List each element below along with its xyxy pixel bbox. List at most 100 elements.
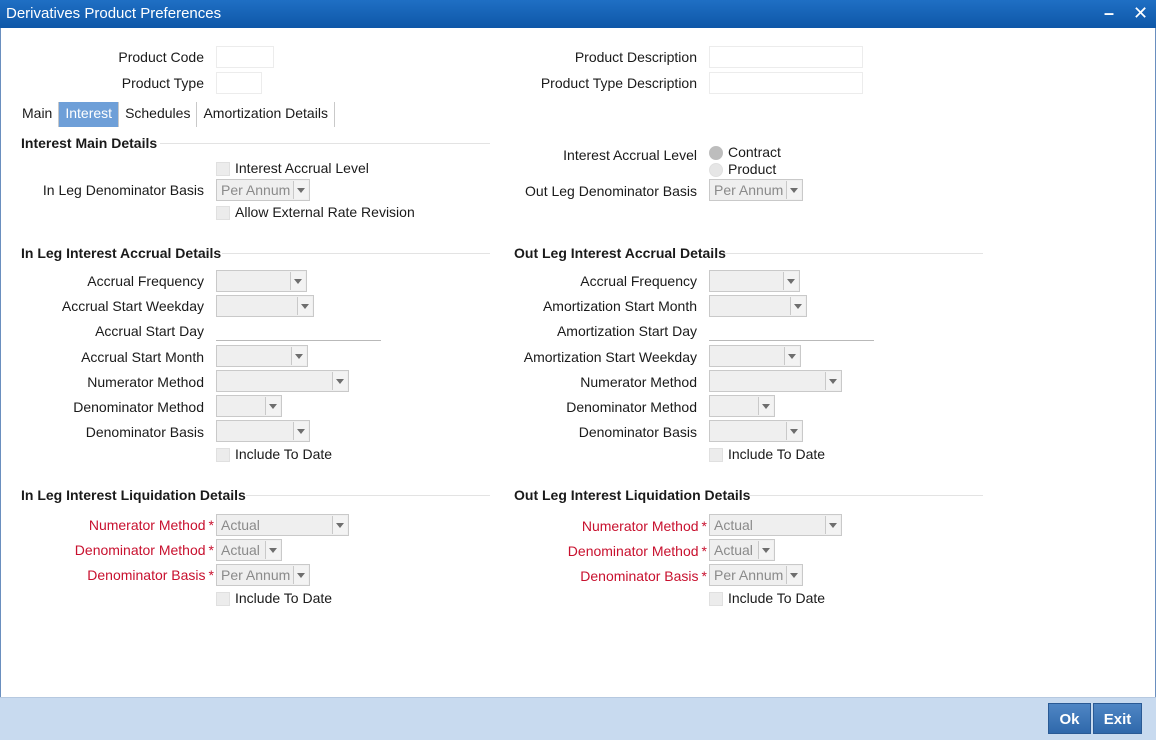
in-accrual-start-month-label: Accrual Start Month bbox=[81, 349, 204, 365]
in-liq-denominator-method-value: Actual bbox=[221, 542, 260, 558]
out-numerator-method-select[interactable] bbox=[709, 370, 842, 392]
interest-accrual-level-label: Interest Accrual Level bbox=[563, 147, 697, 163]
out-liq-numerator-method-select[interactable]: Actual bbox=[709, 514, 842, 536]
in-liq-denominator-method-label: Denominator Method * bbox=[74, 542, 214, 558]
out-numerator-method-label: Numerator Method bbox=[580, 374, 697, 390]
in-liq-denominator-basis-value: Per Annum bbox=[221, 567, 291, 583]
chevron-down-icon bbox=[786, 181, 801, 199]
in-accrual-start-weekday-select[interactable] bbox=[216, 295, 314, 317]
out-leg-liquidation-title: Out Leg Interest Liquidation Details bbox=[514, 487, 751, 503]
required-marker: * bbox=[208, 542, 214, 558]
in-denominator-basis-select[interactable] bbox=[216, 420, 310, 442]
chevron-down-icon bbox=[790, 297, 805, 315]
required-marker: * bbox=[701, 568, 707, 584]
in-liq-include-to-date-checkbox[interactable] bbox=[216, 592, 230, 606]
in-denominator-basis-label: Denominator Basis bbox=[85, 424, 204, 440]
radio-contract[interactable] bbox=[709, 146, 723, 160]
in-liq-numerator-method-value: Actual bbox=[221, 517, 260, 533]
in-accrual-start-weekday-label: Accrual Start Weekday bbox=[61, 298, 204, 314]
in-leg-accrual-title: In Leg Interest Accrual Details bbox=[21, 245, 222, 261]
product-type-description-field[interactable] bbox=[709, 72, 863, 94]
radio-contract-label: Contract bbox=[728, 144, 781, 160]
in-leg-liquidation-title: In Leg Interest Liquidation Details bbox=[21, 487, 246, 503]
out-liq-denominator-method-value: Actual bbox=[714, 542, 753, 558]
chevron-down-icon bbox=[293, 181, 308, 199]
chevron-down-icon bbox=[297, 297, 312, 315]
in-accrual-include-to-date-label: Include To Date bbox=[235, 446, 333, 462]
tab-main[interactable]: Main bbox=[16, 102, 60, 127]
out-denominator-method-label: Denominator Method bbox=[566, 399, 697, 415]
in-numerator-method-label: Numerator Method bbox=[87, 374, 204, 390]
in-leg-denominator-basis-label: In Leg Denominator Basis bbox=[42, 182, 204, 198]
radio-product[interactable] bbox=[709, 163, 723, 177]
out-amortization-start-weekday-label: Amortization Start Weekday bbox=[523, 349, 697, 365]
out-amortization-start-weekday-select[interactable] bbox=[709, 345, 801, 367]
in-liq-denominator-method-select[interactable]: Actual bbox=[216, 539, 282, 561]
chevron-down-icon bbox=[291, 347, 306, 365]
out-amortization-start-month-select[interactable] bbox=[709, 295, 807, 317]
in-accrual-include-to-date-checkbox[interactable] bbox=[216, 448, 230, 462]
out-liq-denominator-basis-select[interactable]: Per Annum bbox=[709, 564, 803, 586]
close-icon[interactable]: ✕ bbox=[1133, 3, 1148, 24]
out-accrual-include-to-date-checkbox[interactable] bbox=[709, 448, 723, 462]
out-liq-denominator-method-select[interactable]: Actual bbox=[709, 539, 775, 561]
out-leg-denominator-basis-label: Out Leg Denominator Basis bbox=[525, 183, 697, 199]
out-liq-include-to-date-checkbox[interactable] bbox=[709, 592, 723, 606]
in-numerator-method-select[interactable] bbox=[216, 370, 349, 392]
chevron-down-icon bbox=[332, 516, 347, 534]
footer-bar bbox=[0, 697, 1156, 740]
out-accrual-frequency-select[interactable] bbox=[709, 270, 800, 292]
window-title: Derivatives Product Preferences bbox=[6, 5, 222, 22]
section-divider bbox=[748, 495, 983, 496]
tab-amortization-details[interactable]: Amortization Details bbox=[197, 102, 335, 127]
tab-interest[interactable]: Interest bbox=[59, 102, 120, 127]
chevron-down-icon bbox=[293, 566, 308, 584]
out-liq-denominator-basis-value: Per Annum bbox=[714, 567, 784, 583]
chevron-down-icon bbox=[332, 372, 347, 390]
interest-accrual-level-checkbox[interactable] bbox=[216, 162, 230, 176]
out-liq-denominator-method-label: Denominator Method * bbox=[567, 543, 707, 559]
chevron-down-icon bbox=[290, 272, 305, 290]
minimize-icon[interactable]: – bbox=[1104, 3, 1114, 24]
out-denominator-basis-select[interactable] bbox=[709, 420, 803, 442]
interest-main-details-title: Interest Main Details bbox=[21, 135, 158, 151]
chevron-down-icon bbox=[758, 541, 773, 559]
product-type-field[interactable] bbox=[216, 72, 262, 94]
chevron-down-icon bbox=[825, 372, 840, 390]
product-description-label: Product Description bbox=[574, 49, 697, 65]
out-liq-denominator-basis-label: Denominator Basis * bbox=[580, 568, 707, 584]
product-code-field[interactable] bbox=[216, 46, 274, 68]
in-liq-denominator-basis-label: Denominator Basis * bbox=[87, 567, 214, 583]
out-amortization-start-month-label: Amortization Start Month bbox=[542, 298, 697, 314]
chevron-down-icon bbox=[265, 397, 280, 415]
chevron-down-icon bbox=[293, 422, 308, 440]
chevron-down-icon bbox=[758, 397, 773, 415]
exit-button[interactable]: Exit bbox=[1093, 703, 1142, 734]
tab-bar: Main Interest Schedules Amortization Det… bbox=[16, 102, 335, 127]
in-accrual-start-day-input[interactable] bbox=[216, 340, 381, 341]
out-leg-denominator-basis-select[interactable]: Per Annum bbox=[709, 179, 803, 201]
out-leg-denominator-basis-value: Per Annum bbox=[714, 182, 784, 198]
chevron-down-icon bbox=[783, 272, 798, 290]
in-liq-numerator-method-select[interactable]: Actual bbox=[216, 514, 349, 536]
out-liq-include-to-date-label: Include To Date bbox=[728, 590, 826, 606]
in-accrual-frequency-label: Accrual Frequency bbox=[87, 273, 204, 289]
chevron-down-icon bbox=[786, 422, 801, 440]
in-accrual-start-month-select[interactable] bbox=[216, 345, 308, 367]
section-divider bbox=[160, 143, 490, 144]
ok-button[interactable]: Ok bbox=[1048, 703, 1091, 734]
product-description-field[interactable] bbox=[709, 46, 863, 68]
allow-external-rate-revision-checkbox[interactable] bbox=[216, 206, 230, 220]
allow-external-rate-revision-label: Allow External Rate Revision bbox=[235, 204, 415, 220]
out-denominator-basis-label: Denominator Basis bbox=[578, 424, 697, 440]
out-denominator-method-select[interactable] bbox=[709, 395, 775, 417]
tab-schedules[interactable]: Schedules bbox=[119, 102, 198, 127]
out-amortization-start-day-input[interactable] bbox=[709, 340, 874, 341]
chevron-down-icon bbox=[265, 541, 280, 559]
in-liq-denominator-basis-select[interactable]: Per Annum bbox=[216, 564, 310, 586]
product-type-label: Product Type bbox=[121, 75, 204, 91]
chevron-down-icon bbox=[825, 516, 840, 534]
in-denominator-method-select[interactable] bbox=[216, 395, 282, 417]
in-leg-denominator-basis-select[interactable]: Per Annum bbox=[216, 179, 310, 201]
in-accrual-frequency-select[interactable] bbox=[216, 270, 307, 292]
